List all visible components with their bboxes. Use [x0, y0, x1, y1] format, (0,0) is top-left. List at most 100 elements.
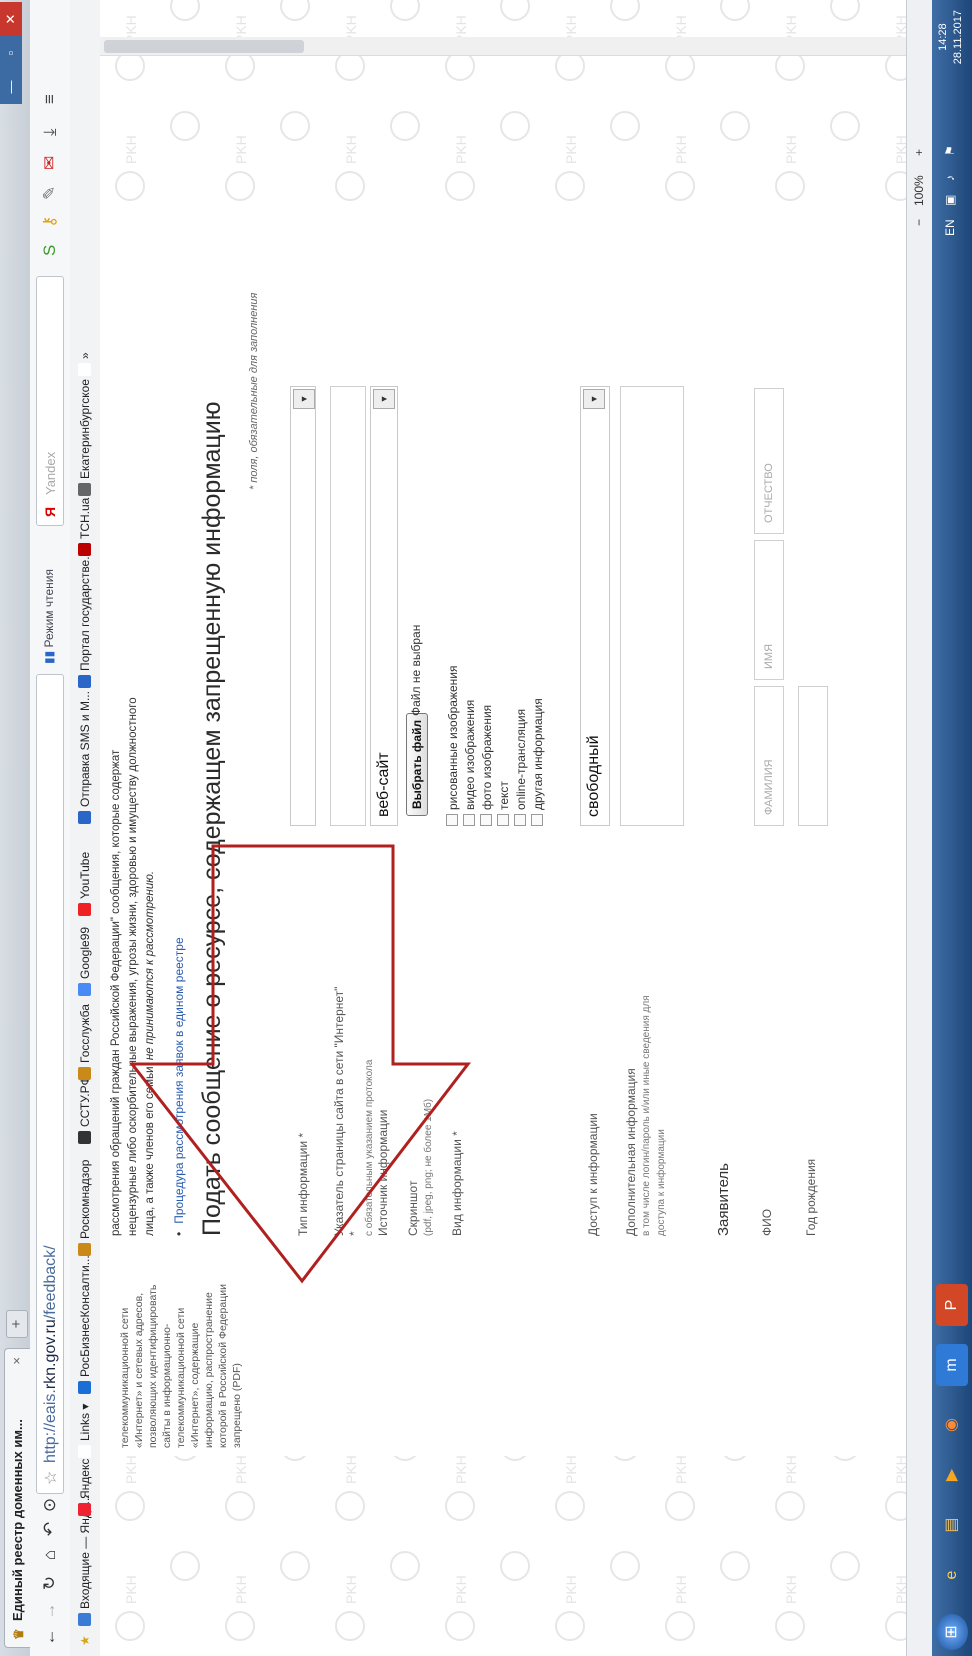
scrollbar-thumb[interactable]	[104, 40, 304, 53]
mail-icon[interactable]: ✉	[40, 156, 60, 170]
bookmark-label: Отправка SMS и М...	[78, 691, 92, 807]
internet-explorer-icon[interactable]: e	[936, 1554, 968, 1596]
reload-icon[interactable]: ↻	[39, 1572, 61, 1594]
bookmark-favicon-icon	[78, 483, 91, 496]
bookmark-item[interactable]: Отправка SMS и М...	[78, 691, 92, 824]
bookmark-label: ТСН.ua	[78, 497, 92, 539]
media-player-icon[interactable]: ▶	[936, 1454, 968, 1496]
tray-network-icon[interactable]: ▣	[943, 195, 957, 206]
addon-s-icon[interactable]: S	[40, 245, 60, 256]
bookmark-label: Госслужба	[78, 1004, 92, 1063]
bookmark-label: ССТУ.РФ	[78, 1076, 92, 1127]
bookmark-label: Links ▾	[78, 1403, 92, 1441]
bookmark-label: РосБизнесКонсалти...	[78, 1255, 92, 1377]
search-input[interactable]: Я Yandex	[36, 276, 64, 526]
bookmark-favicon-icon	[78, 1131, 91, 1144]
app-m-icon[interactable]: m	[936, 1344, 968, 1386]
bookmarks-bar: ★ Входящие — Янде... Яндекс Links ▾ РосБизн…	[70, 0, 101, 1656]
windows-taskbar: ⊞ e ▤ ▶ ◉ m P EN ▣ ♪ ⚑ 14:28 28.11.2017	[932, 0, 972, 1656]
menu-icon[interactable]: ≡	[40, 94, 60, 104]
home-icon[interactable]: ⌂	[39, 1544, 61, 1566]
powerpoint-icon[interactable]: P	[936, 1284, 968, 1326]
bookmark-favicon-icon	[78, 675, 91, 688]
explorer-folder-icon[interactable]: ▤	[936, 1504, 968, 1546]
key-icon[interactable]: ⚷	[40, 216, 60, 228]
reader-mode-icon: ▮▮	[42, 647, 56, 664]
tools-icon[interactable]: ✎	[40, 186, 60, 200]
url-scheme-host: http://eais.	[42, 1389, 59, 1463]
minimize-button[interactable]: —	[0, 70, 22, 104]
bookmark-favicon-icon	[78, 1503, 91, 1516]
bookmark-favicon-icon	[78, 363, 91, 376]
zoom-plus-button[interactable]: +	[912, 149, 926, 156]
screen: ♛ Единый реестр доменных им... × + — ▫ ✕…	[0, 0, 972, 1656]
eagle-icon: ♛	[11, 1628, 26, 1640]
forward-icon[interactable]: →	[39, 1600, 61, 1622]
bookmark-item[interactable]: Яндекс	[78, 1459, 92, 1516]
clock-date: 28.11.2017	[952, 10, 964, 65]
bookmark-item[interactable]: ССТУ.РФ	[78, 1076, 92, 1144]
firefox-icon[interactable]: ◉	[936, 1404, 968, 1446]
annotation-arrow-shape	[128, 844, 472, 1284]
tab-active[interactable]: ♛ Единый реестр доменных им... ×	[4, 1348, 30, 1648]
bookmark-star-icon[interactable]: ☆	[41, 1471, 61, 1485]
bookmark-item[interactable]: Екатеринбургское	[78, 379, 92, 496]
tray-volume-icon[interactable]: ♪	[943, 175, 957, 181]
bookmark-favicon-icon	[78, 983, 91, 996]
history-icon[interactable]: ⊙	[39, 1494, 61, 1516]
bookmark-label: Яндекс	[78, 1458, 92, 1499]
close-window-button[interactable]: ✕	[0, 2, 22, 36]
undo-icon[interactable]: ↶	[39, 1518, 61, 1540]
reader-mode-label: Режим чтения	[42, 569, 56, 648]
annotation-arrow	[128, 844, 472, 1284]
tab-close-icon[interactable]: ×	[9, 1357, 24, 1365]
tab-bar: ♛ Единый реестр доменных им... × + — ▫ ✕	[0, 0, 31, 1656]
bookmark-label: Портал государстве...	[78, 549, 92, 671]
url-path: /feedback/	[42, 1245, 59, 1320]
bookmark-item[interactable]: Роскомнадзор	[78, 1160, 92, 1256]
yandex-icon: Я	[42, 506, 58, 517]
bookmark-favicon-icon	[78, 1613, 91, 1626]
bookmark-label: YouTube	[78, 851, 92, 899]
clock[interactable]: 14:28 28.11.2017	[936, 10, 966, 64]
status-bar: − 100% +	[906, 0, 933, 1656]
bookmark-favicon-icon	[78, 811, 91, 824]
reader-mode-button[interactable]: ▮▮ Режим чтения	[42, 569, 56, 664]
bookmark-favicon-icon	[78, 1243, 91, 1256]
zoom-minus-button[interactable]: −	[912, 219, 926, 226]
bookmark-item[interactable]: ТСН.ua	[78, 498, 92, 556]
bookmark-favicon-icon	[78, 903, 91, 916]
scrollbar[interactable]	[100, 37, 906, 56]
bookmark-item[interactable]: Портал государстве...	[78, 550, 92, 688]
bookmark-label: »	[78, 352, 92, 359]
bookmark-label: Екатеринбургское	[78, 379, 92, 479]
search-placeholder: Yandex	[43, 451, 58, 495]
bookmark-item[interactable]: Госслужба	[78, 1004, 92, 1080]
download-icon[interactable]: ⤓	[40, 128, 60, 136]
web-page: PKH телекоммуникационной сети «Интернет»…	[100, 0, 906, 1656]
back-icon[interactable]: ←	[39, 1626, 61, 1648]
bookmark-label: Google99	[78, 926, 92, 979]
zoom-level: 100%	[912, 175, 926, 206]
tray-flag-icon[interactable]: ⚑	[943, 145, 957, 156]
bookmark-item[interactable]: YouTube	[78, 852, 92, 916]
bookmark-favicon-icon	[78, 1445, 91, 1458]
bookmark-favicon-icon	[78, 1067, 91, 1080]
new-tab-button[interactable]: +	[6, 1310, 28, 1338]
tab-title: Единый реестр доменных им...	[10, 1419, 25, 1621]
language-indicator[interactable]: EN	[943, 219, 957, 236]
maximize-button[interactable]: ▫	[0, 36, 22, 70]
bookmark-item[interactable]: Links ▾	[78, 1404, 92, 1458]
bookmark-favicon-icon	[78, 543, 91, 556]
clock-time: 14:28	[937, 23, 949, 51]
bookmark-label: Роскомнадзор	[78, 1159, 92, 1239]
navigation-bar: ← → ↻ ⌂ ↶ ⊙ ☆ http://eais.rkn.gov.ru/fee…	[30, 0, 71, 1656]
bookmark-item[interactable]: РосБизнесКонсалти...	[78, 1255, 92, 1394]
bookmark-favicon-icon	[78, 1381, 91, 1394]
bookmark-item[interactable]: »	[78, 352, 92, 376]
bookmark-item[interactable]: Google99	[78, 927, 92, 996]
start-button-icon[interactable]: ⊞	[936, 1614, 968, 1650]
url-domain: rkn.gov.ru	[42, 1319, 59, 1390]
address-bar[interactable]: ☆ http://eais.rkn.gov.ru/feedback/	[36, 674, 64, 1494]
bookmarks-star-icon[interactable]: ★	[78, 1635, 92, 1646]
